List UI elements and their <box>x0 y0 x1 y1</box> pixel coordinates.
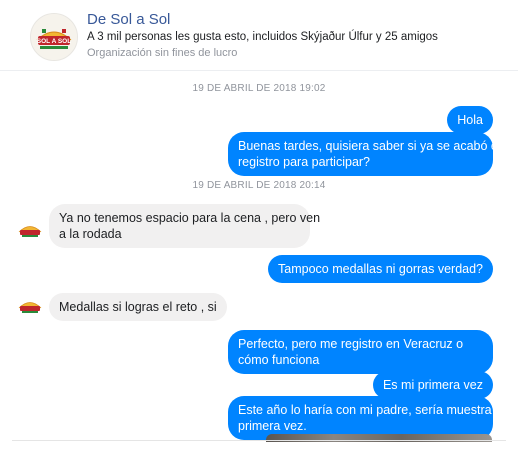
message-text: Tampoco medallas ni gorras verdad? <box>278 262 483 276</box>
page-category: Organización sin fines de lucro <box>87 47 238 59</box>
timestamp-divider: 19 DE ABRIL DE 2018 20:14 <box>192 180 326 191</box>
message-text: primera vez. <box>238 419 307 433</box>
de-sol-a-sol-logo-icon: SOL A SOL <box>31 14 77 60</box>
message-text: Ya no tenemos espacio para la cena , per… <box>59 211 321 225</box>
page-header: SOL A SOL De Sol a Sol A 3 mil personas … <box>0 0 518 71</box>
page-avatar[interactable]: SOL A SOL <box>30 13 78 61</box>
message-text: a la rodada <box>59 227 122 241</box>
message-text: Hola <box>457 113 483 127</box>
page-mini-avatar-icon[interactable] <box>17 296 43 316</box>
likes-summary: A 3 mil personas les gusta esto, incluid… <box>87 31 438 43</box>
incoming-message[interactable]: Ya no tenemos espacio para la cena , per… <box>49 204 321 248</box>
message-text: Buenas tardes, quisiera saber si ya se a… <box>238 139 501 153</box>
message-text: Este año lo haría con mi padre, sería mu… <box>238 403 492 417</box>
message-text: Es mi primera vez <box>382 378 483 392</box>
outgoing-message[interactable]: Buenas tardes, quisiera saber si ya se a… <box>228 132 501 176</box>
page-mini-avatar-icon[interactable] <box>17 220 43 240</box>
composer-divider <box>12 440 506 441</box>
message-text: Perfecto, pero me registro en Veracruz o <box>238 337 464 351</box>
incoming-message[interactable]: Medallas si logras el reto , si <box>49 293 227 321</box>
message-text: cómo funciona <box>238 353 320 367</box>
message-text: Medallas si logras el reto , si <box>59 300 217 314</box>
outgoing-message[interactable]: Perfecto, pero me registro en Veracruz o… <box>228 330 493 374</box>
message-text: registro para participar? <box>238 155 371 169</box>
timestamp-divider: 19 DE ABRIL DE 2018 19:02 <box>192 83 326 94</box>
avatar-logo-text: SOL A SOL <box>37 38 71 45</box>
outgoing-message[interactable]: Tampoco medallas ni gorras verdad? <box>268 255 493 283</box>
page-name-link[interactable]: De Sol a Sol <box>87 11 170 28</box>
outgoing-message[interactable]: Hola <box>447 106 493 134</box>
outgoing-message[interactable]: Es mi primera vez <box>372 371 493 399</box>
